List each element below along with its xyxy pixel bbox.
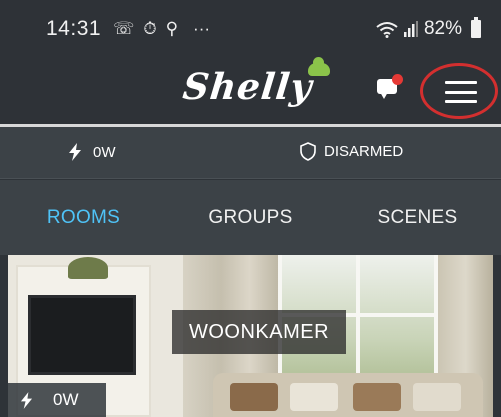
scrollbar-track <box>495 255 499 417</box>
hamburger-icon <box>445 81 477 103</box>
status-right: 82% <box>376 17 481 40</box>
logo-cloud-icon <box>308 57 330 76</box>
timer-icon: ⏱ <box>143 19 157 38</box>
whatsapp-icon: ☏ <box>113 19 135 38</box>
notification-icons: ☏ ⏱ ⚲ ··· <box>113 19 210 39</box>
signal-icon <box>403 21 418 37</box>
room-power: 0W <box>8 383 106 417</box>
status-time: 14:31 <box>46 17 102 40</box>
overflow-indicator: ··· <box>193 19 211 38</box>
battery-percent: 82% <box>423 18 462 39</box>
battery-icon <box>471 17 481 38</box>
tab-bar: ROOMS GROUPS SCENES <box>0 180 501 255</box>
menu-button[interactable] <box>420 63 498 119</box>
wifi-icon <box>376 21 398 38</box>
shelly-logo: Shelly <box>180 66 315 108</box>
room-power-value: 0W <box>53 390 79 409</box>
alarm-status[interactable]: DISARMED <box>300 142 403 161</box>
notification-dot <box>392 74 403 85</box>
summary-strip: 0W DISARMED <box>0 127 501 179</box>
hotspot-icon: ⚲ <box>165 19 179 38</box>
tab-groups[interactable]: GROUPS <box>167 180 334 255</box>
app-header: Shelly <box>0 57 501 124</box>
alarm-status-label: DISARMED <box>324 143 404 160</box>
shield-icon <box>300 142 316 161</box>
system-status-bar: 14:31 ☏ ⏱ ⚲ ··· 82% <box>0 0 501 58</box>
tab-rooms[interactable]: ROOMS <box>0 180 167 255</box>
tab-scenes[interactable]: SCENES <box>334 180 501 255</box>
room-name: WOONKAMER <box>172 310 347 354</box>
room-card[interactable]: WOONKAMER 0W <box>8 255 493 417</box>
notifications-icon[interactable] <box>377 74 403 99</box>
total-power-value: 0W <box>93 143 116 161</box>
total-power: 0W <box>68 143 116 161</box>
lightning-icon <box>69 143 81 161</box>
lightning-icon <box>20 391 33 409</box>
